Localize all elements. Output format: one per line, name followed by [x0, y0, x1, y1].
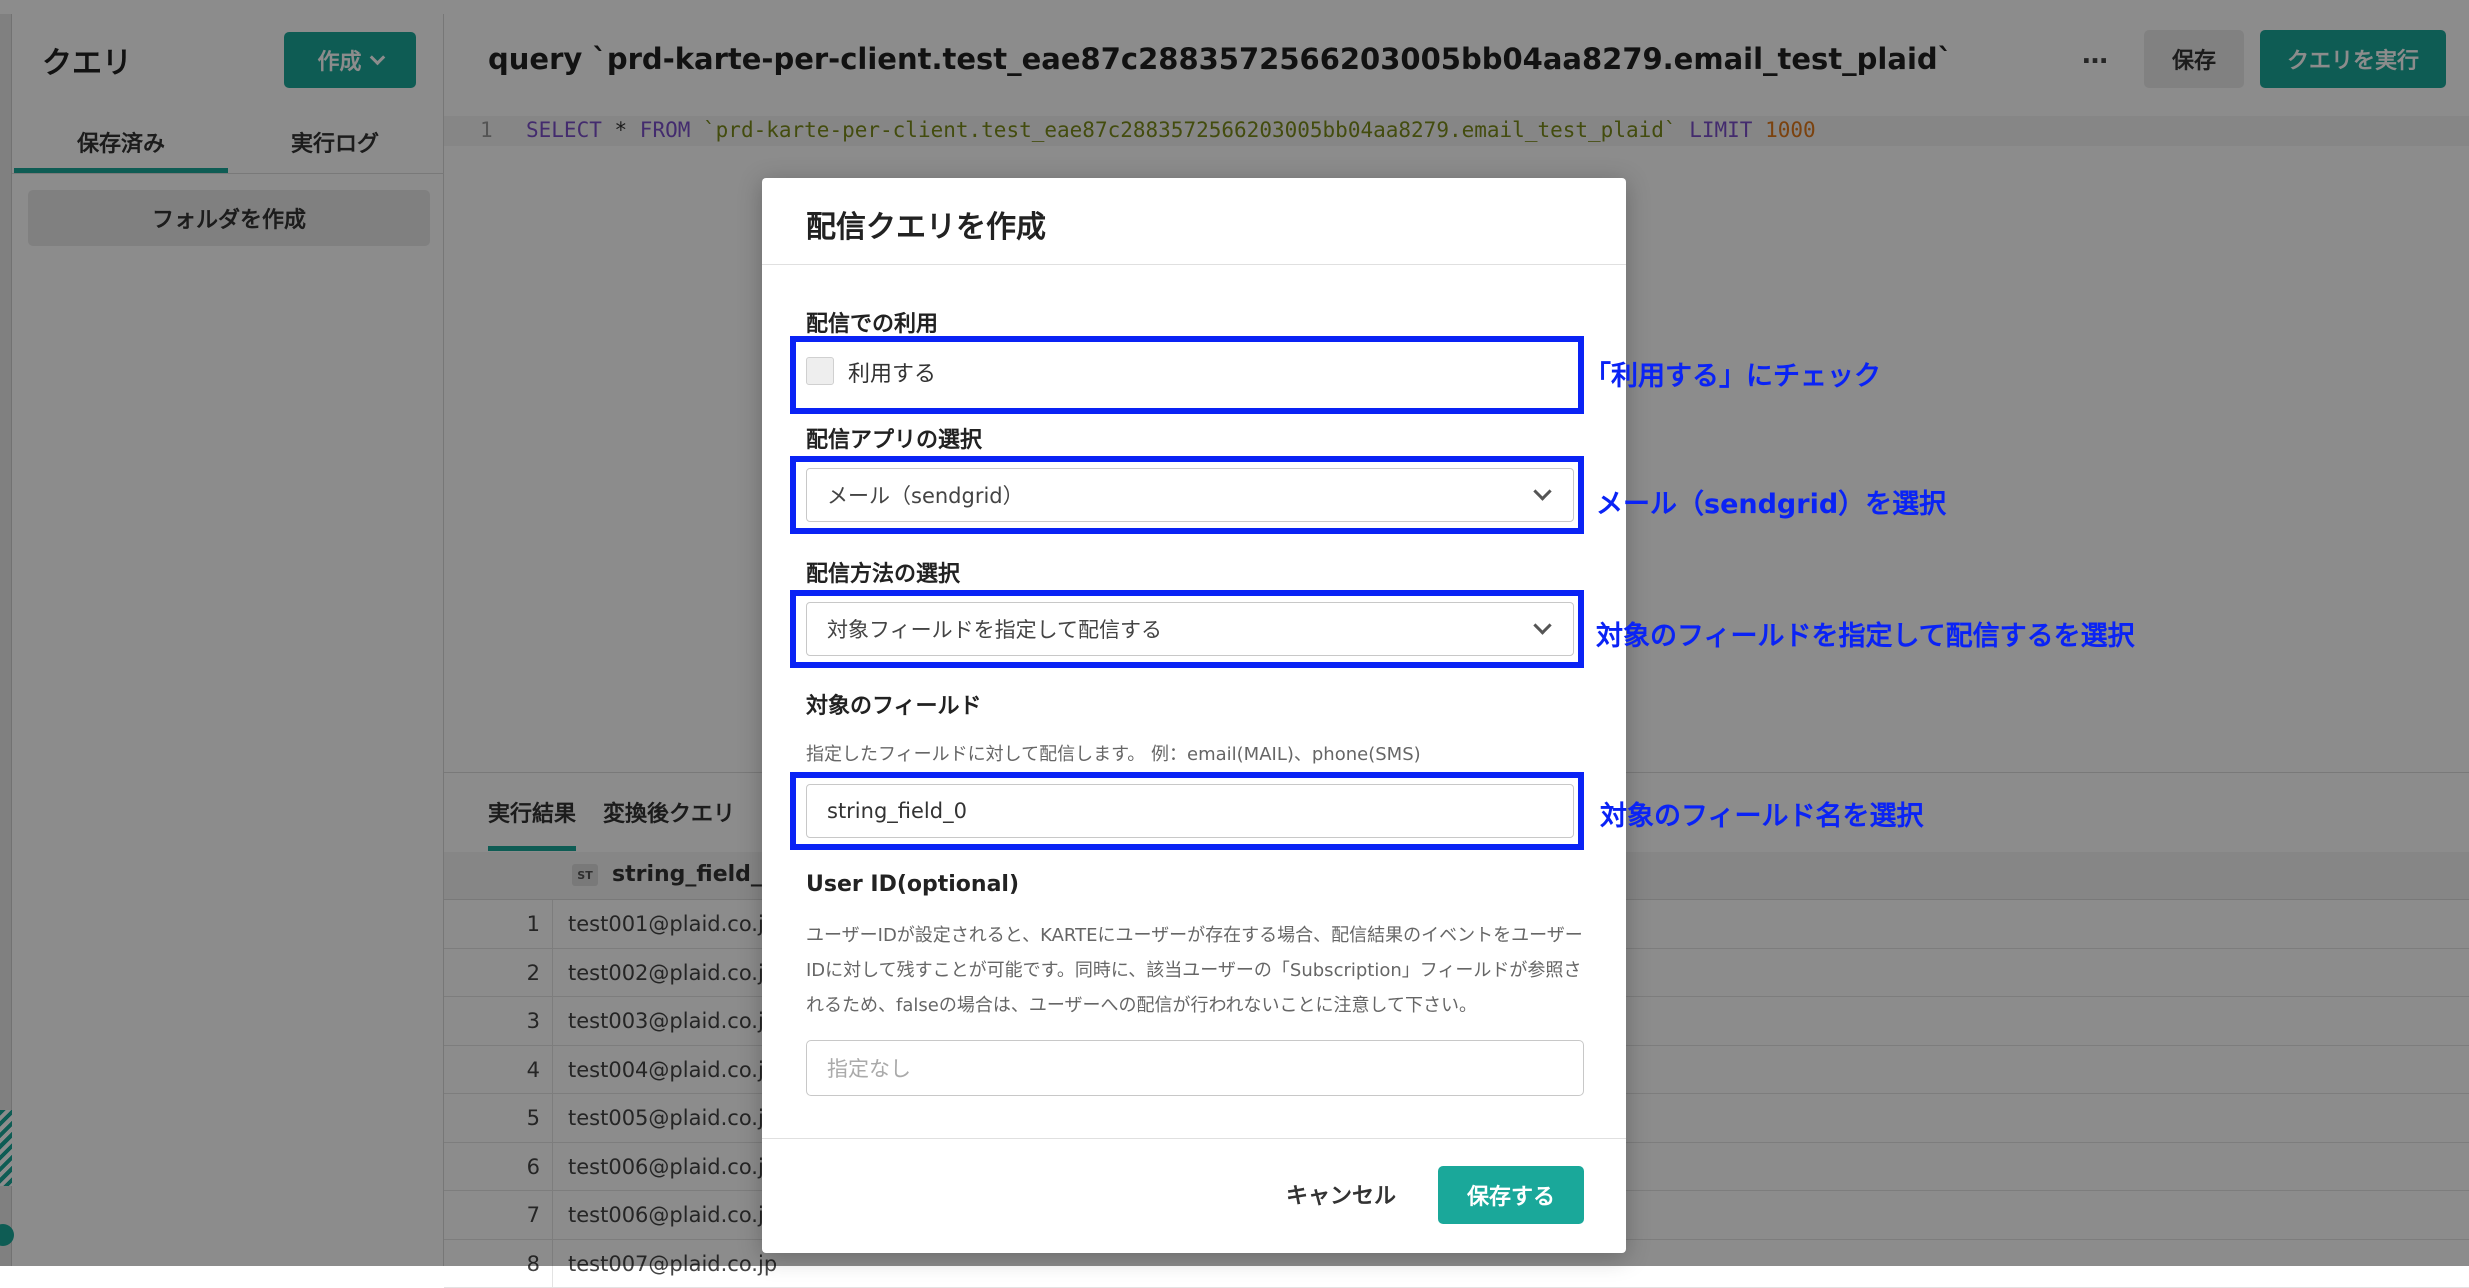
dialog-save-button[interactable]: 保存する — [1438, 1166, 1584, 1224]
delivery-use-label: 配信での利用 — [806, 306, 938, 338]
annotation-note-app: メール（sendgrid）を選択 — [1596, 482, 1946, 521]
dialog-footer-divider — [762, 1138, 1626, 1139]
user-id-input[interactable]: 指定なし — [806, 1040, 1584, 1096]
annotation-note-use: 「利用する」にチェック — [1584, 354, 1881, 393]
dialog-title: 配信クエリを作成 — [806, 202, 1046, 246]
dialog-header-divider — [762, 264, 1626, 265]
annotation-box-use — [790, 336, 1584, 414]
target-field-label: 対象のフィールド — [806, 688, 982, 720]
annotation-box-method — [790, 590, 1584, 668]
user-id-help: ユーザーIDが設定されると、KARTEにユーザーが存在する場合、配信結果のイベン… — [806, 918, 1596, 1023]
user-id-label: User ID(optional) — [806, 872, 1019, 897]
delivery-method-label: 配信方法の選択 — [806, 556, 960, 588]
annotation-note-field: 対象のフィールド名を選択 — [1600, 794, 1923, 833]
target-field-help: 指定したフィールドに対して配信します。 例：email(MAIL)、phone(… — [806, 740, 1421, 766]
annotation-box-field — [790, 772, 1584, 850]
annotation-box-app — [790, 456, 1584, 534]
delivery-app-label: 配信アプリの選択 — [806, 422, 982, 454]
cancel-button[interactable]: キャンセル — [1276, 1166, 1406, 1222]
annotation-note-method: 対象のフィールドを指定して配信するを選択 — [1596, 614, 2135, 653]
